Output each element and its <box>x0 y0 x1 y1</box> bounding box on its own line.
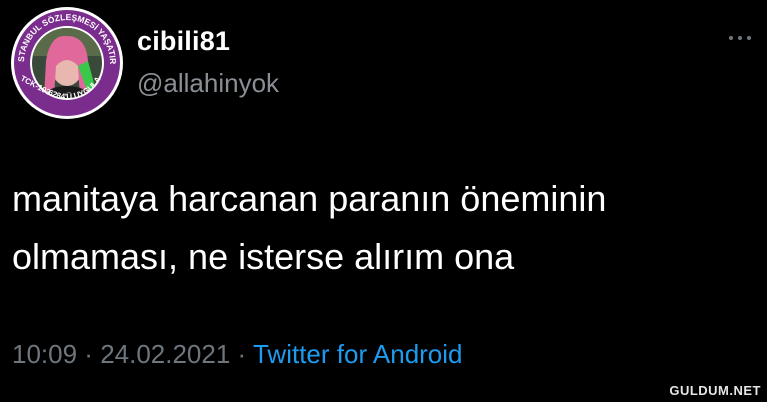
avatar-image: İSTANBUL SÖZLEŞMESİ YAŞATIR 6284'Ü UYGUL… <box>10 6 123 119</box>
display-name[interactable]: cibili81 <box>137 26 230 57</box>
tweet-source-link[interactable]: Twitter for Android <box>253 339 463 369</box>
tweet: İSTANBUL SÖZLEŞMESİ YAŞATIR 6284'Ü UYGUL… <box>0 0 767 402</box>
tweet-text-line-1: manitaya harcanan paranın öneminin <box>12 178 607 219</box>
avatar[interactable]: İSTANBUL SÖZLEŞMESİ YAŞATIR 6284'Ü UYGUL… <box>10 6 124 120</box>
separator: · <box>230 339 253 369</box>
separator: · <box>77 339 101 369</box>
more-options-icon[interactable] <box>725 30 755 46</box>
tweet-date[interactable]: 24.02.2021 <box>100 339 230 369</box>
tweet-text: manitaya harcanan paranın öneminin olmam… <box>12 170 752 286</box>
tweet-text-line-2: olmaması, ne isterse alırım ona <box>12 236 515 277</box>
tweet-time[interactable]: 10:09 <box>12 339 77 369</box>
tweet-metadata: 10:09 · 24.02.2021 · Twitter for Android <box>12 339 463 370</box>
user-handle[interactable]: @allahinyok <box>137 68 279 99</box>
watermark: GULDUM.NET <box>669 383 761 398</box>
